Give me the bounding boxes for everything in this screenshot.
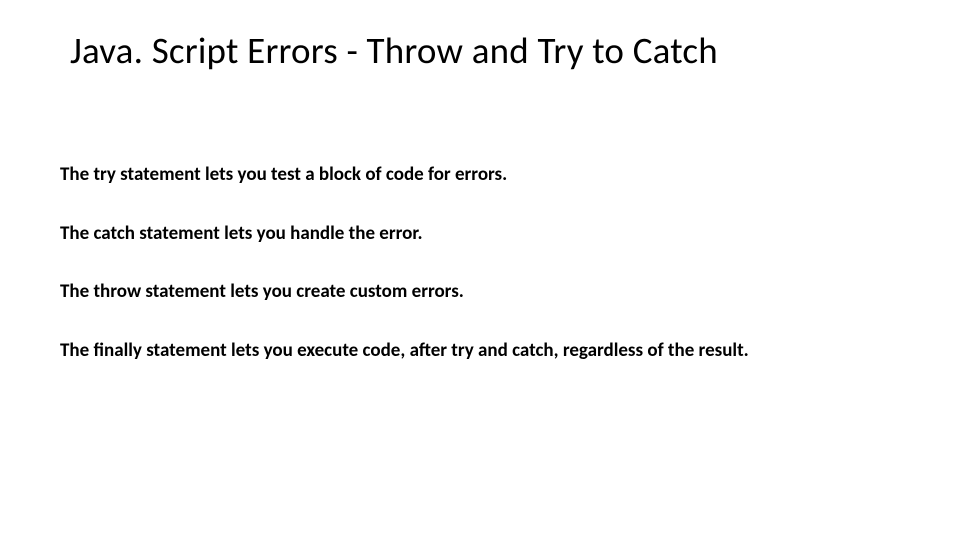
paragraph-try: The try statement lets you test a block … <box>60 163 900 188</box>
paragraph-catch: The catch statement lets you handle the … <box>60 222 900 247</box>
slide: Java. Script Errors - Throw and Try to C… <box>0 0 960 540</box>
paragraph-throw: The throw statement lets you create cust… <box>60 280 900 305</box>
page-title: Java. Script Errors - Throw and Try to C… <box>70 28 900 73</box>
paragraph-finally: The finally statement lets you execute c… <box>60 339 900 364</box>
